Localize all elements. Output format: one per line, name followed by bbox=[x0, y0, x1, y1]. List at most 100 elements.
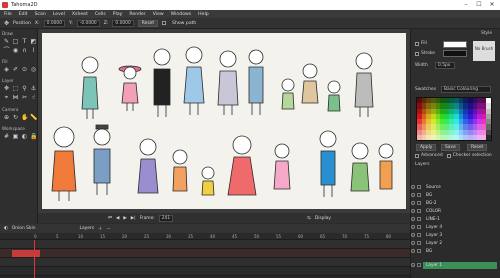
next-frame-button[interactable]: ▶| bbox=[131, 216, 136, 221]
type-icon[interactable]: T bbox=[21, 38, 28, 45]
lock-icon[interactable] bbox=[417, 217, 421, 221]
play-button[interactable]: ▶ bbox=[123, 216, 126, 221]
menu-play[interactable]: Play bbox=[113, 12, 123, 17]
palette-select[interactable]: Basic Colouring bbox=[441, 86, 491, 93]
fill-color-swatch[interactable] bbox=[443, 41, 467, 48]
menu-level[interactable]: Level bbox=[53, 12, 65, 17]
eye-icon[interactable] bbox=[411, 249, 415, 253]
geometric-icon[interactable]: □ bbox=[12, 38, 19, 45]
frame-field[interactable]: 241 bbox=[158, 214, 174, 222]
layer-row-selected[interactable]: Layer 1 bbox=[411, 262, 497, 269]
eye-icon[interactable] bbox=[411, 225, 415, 229]
hook-icon[interactable]: ⚓ bbox=[30, 85, 37, 92]
cutter-icon[interactable]: ✂ bbox=[21, 94, 28, 101]
menu-view[interactable]: View bbox=[153, 12, 164, 17]
drawing-canvas[interactable] bbox=[42, 33, 406, 209]
eye-icon[interactable] bbox=[411, 201, 415, 205]
timeline-tracks[interactable] bbox=[0, 240, 410, 278]
palette-swatch[interactable] bbox=[486, 134, 491, 140]
preview-icon[interactable]: ▣ bbox=[12, 133, 19, 140]
layer-row[interactable]: COLOR bbox=[411, 208, 497, 215]
lock-icon[interactable] bbox=[417, 249, 421, 253]
fill-icon[interactable]: ◈ bbox=[3, 66, 10, 73]
layer-row[interactable]: Layer 4 bbox=[411, 224, 497, 231]
track-row[interactable] bbox=[0, 249, 410, 258]
menu-file[interactable]: File bbox=[4, 12, 12, 17]
flip-icon[interactable]: ⇆ bbox=[307, 216, 311, 221]
track-row[interactable] bbox=[0, 258, 410, 267]
lock-icon[interactable] bbox=[417, 185, 421, 189]
rgb-picker-icon[interactable]: ◎ bbox=[30, 66, 37, 73]
lock-icon[interactable] bbox=[417, 263, 421, 267]
keyframe-block[interactable] bbox=[12, 250, 40, 257]
lock-icon[interactable] bbox=[417, 241, 421, 245]
y-field[interactable]: -0.0000 bbox=[76, 19, 100, 27]
layer-row[interactable]: BG bbox=[411, 248, 497, 255]
menu-scan[interactable]: Scan bbox=[35, 12, 46, 17]
lock-icon[interactable]: 🔒 bbox=[30, 133, 37, 140]
menu-xsheet[interactable]: Xsheet bbox=[72, 12, 88, 17]
plastic-icon[interactable]: ⋈ bbox=[12, 94, 19, 101]
menu-windows[interactable]: Windows bbox=[171, 12, 192, 17]
tracker-icon[interactable]: ⌖ bbox=[3, 94, 10, 101]
track-row[interactable] bbox=[0, 240, 410, 249]
reset-style-button[interactable]: Reset bbox=[467, 144, 488, 151]
eye-icon[interactable] bbox=[411, 233, 415, 237]
paint-brush-icon[interactable]: ✐ bbox=[12, 66, 19, 73]
advanced-checkbox[interactable] bbox=[415, 153, 419, 158]
magnet-icon[interactable]: ∩ bbox=[21, 47, 28, 54]
add-layer-button[interactable]: ＋ bbox=[98, 226, 102, 232]
eye-icon[interactable] bbox=[411, 241, 415, 245]
selection-icon[interactable]: ⬚ bbox=[12, 85, 19, 92]
tape-icon[interactable]: ⌒ bbox=[3, 47, 10, 54]
layers-toggle-label[interactable]: Layers bbox=[80, 226, 95, 231]
eye-icon[interactable] bbox=[411, 263, 415, 267]
close-button[interactable]: ✕ bbox=[486, 0, 498, 10]
apply-button[interactable]: Apply bbox=[416, 144, 437, 151]
playhead[interactable] bbox=[34, 240, 35, 278]
maximize-button[interactable]: ☐ bbox=[473, 0, 485, 10]
stroke-checkbox[interactable] bbox=[415, 51, 419, 56]
checker-checkbox[interactable] bbox=[446, 153, 451, 158]
show-path-checkbox[interactable] bbox=[162, 21, 167, 25]
first-frame-button[interactable]: ⏮ bbox=[108, 215, 112, 221]
prev-frame-button[interactable]: ◀ bbox=[116, 216, 119, 221]
eraser-icon[interactable]: ◩ bbox=[30, 38, 37, 45]
save-button[interactable]: Save bbox=[441, 144, 460, 151]
eye-icon[interactable] bbox=[411, 193, 415, 197]
viewer[interactable] bbox=[38, 29, 410, 213]
lock-icon[interactable] bbox=[417, 233, 421, 237]
eye-icon[interactable] bbox=[411, 209, 415, 213]
ruler-icon[interactable]: 📏 bbox=[30, 114, 37, 121]
rotate-icon[interactable]: ↻ bbox=[12, 114, 19, 121]
layer-row[interactable]: Source bbox=[411, 184, 497, 191]
display-label[interactable]: Display bbox=[315, 216, 331, 221]
reset-button[interactable]: Reset bbox=[137, 19, 159, 27]
layer-row[interactable]: Layer 2 bbox=[411, 240, 497, 247]
x-field[interactable]: 0.0000 bbox=[43, 19, 65, 27]
remove-layer-button[interactable]: － bbox=[106, 226, 110, 232]
layer-row[interactable]: LINE-1 bbox=[411, 216, 497, 223]
menu-help[interactable]: Help bbox=[198, 12, 208, 17]
lock-icon[interactable] bbox=[417, 201, 421, 205]
fill-checkbox[interactable] bbox=[415, 41, 419, 46]
lock-icon[interactable] bbox=[417, 193, 421, 197]
onion-icon[interactable]: ◐ bbox=[21, 133, 28, 140]
pump-icon[interactable]: ◉ bbox=[12, 47, 19, 54]
width-field[interactable]: 0.5px bbox=[435, 62, 455, 69]
bender-icon[interactable]: ⌇ bbox=[30, 47, 37, 54]
no-brush-preview[interactable]: No Brush bbox=[473, 41, 495, 61]
layer-row[interactable]: BG-2 bbox=[411, 200, 497, 207]
stroke-color-swatch[interactable] bbox=[443, 50, 467, 57]
skeleton-icon[interactable]: ⚲ bbox=[21, 85, 28, 92]
grid-icon[interactable]: # bbox=[3, 133, 10, 140]
frame-ruler[interactable]: 0 5 10 15 20 25 30 35 40 45 50 55 60 65 … bbox=[0, 233, 410, 240]
eye-icon[interactable] bbox=[411, 217, 415, 221]
layer-row[interactable]: Layer 3 bbox=[411, 232, 497, 239]
hand-icon[interactable]: ✋ bbox=[21, 114, 28, 121]
z-field[interactable]: 0.0000 bbox=[112, 19, 134, 27]
lock-icon[interactable] bbox=[417, 209, 421, 213]
lock-icon[interactable] bbox=[417, 225, 421, 229]
menu-cells[interactable]: Cells bbox=[95, 12, 106, 17]
brush-icon[interactable]: ✎ bbox=[3, 38, 10, 45]
